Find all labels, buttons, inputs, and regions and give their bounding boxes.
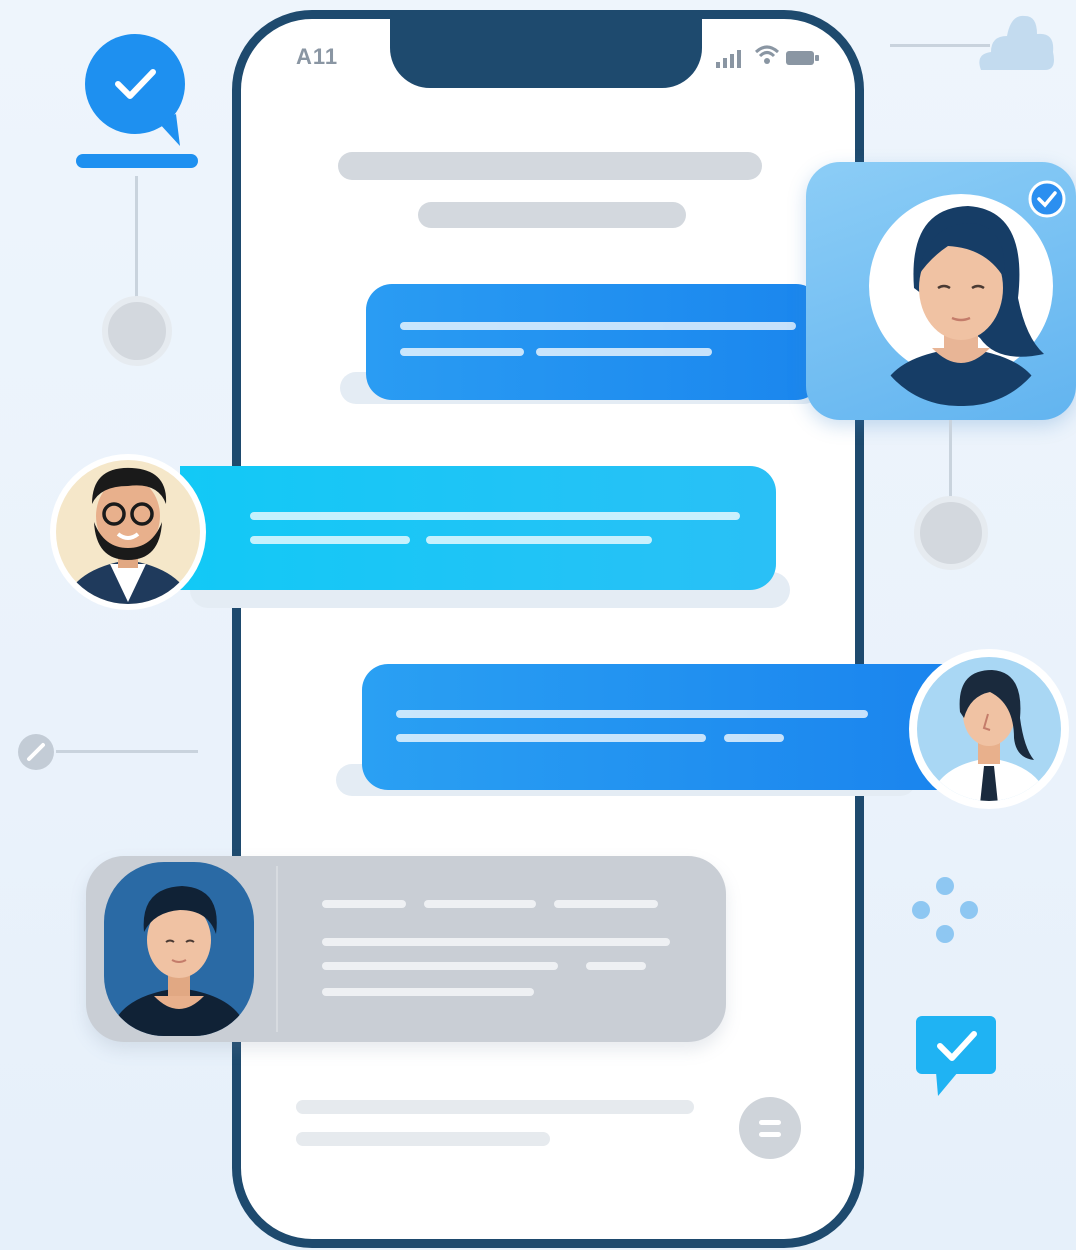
signal-icon — [716, 50, 741, 68]
timeline-line — [135, 176, 138, 298]
text-line — [322, 988, 534, 996]
phone-notch — [390, 10, 702, 88]
chat-check-icon — [916, 1016, 996, 1096]
avatar-man-tie[interactable] — [906, 648, 1072, 810]
text-line — [322, 938, 670, 946]
chat-bubble-sent[interactable] — [366, 284, 822, 400]
connector-line — [56, 750, 198, 753]
text-line — [400, 348, 524, 356]
cloud-icon — [979, 15, 1054, 70]
chat-bubble-sent[interactable] — [362, 664, 952, 790]
text-line — [396, 734, 706, 742]
menu-icon[interactable] — [738, 1096, 802, 1160]
phone-frame — [232, 10, 864, 1248]
pencil-icon — [18, 734, 54, 770]
verified-badge-icon — [1028, 180, 1066, 218]
text-line — [586, 962, 646, 970]
text-line — [554, 900, 658, 908]
underline-bar — [76, 154, 198, 168]
dots-icon — [912, 877, 978, 943]
timeline-line — [949, 420, 952, 504]
avatar-woman — [869, 194, 1053, 406]
avatar-man-beard[interactable] — [48, 452, 212, 612]
battery-icon — [786, 51, 819, 65]
text-line — [426, 536, 652, 544]
avatar-man-short-hair[interactable] — [104, 862, 254, 1036]
chat-card-divider — [276, 866, 278, 1032]
chat-bubble-received[interactable] — [180, 466, 776, 590]
text-line — [322, 900, 406, 908]
timeline-node — [102, 296, 172, 366]
text-line — [400, 322, 796, 330]
text-line — [396, 710, 868, 718]
text-line — [536, 348, 712, 356]
text-line — [322, 962, 558, 970]
text-line — [250, 512, 740, 520]
chat-check-icon — [85, 34, 185, 146]
input-placeholder-bar[interactable] — [296, 1100, 694, 1114]
timeline-node — [914, 496, 988, 570]
subheader-placeholder-bar — [418, 202, 686, 228]
text-line — [724, 734, 784, 742]
wifi-icon — [754, 45, 780, 64]
text-line — [424, 900, 536, 908]
text-line — [250, 536, 410, 544]
carrier-label: A11 — [296, 44, 339, 69]
input-placeholder-bar — [296, 1132, 550, 1146]
header-placeholder-bar — [338, 152, 762, 180]
